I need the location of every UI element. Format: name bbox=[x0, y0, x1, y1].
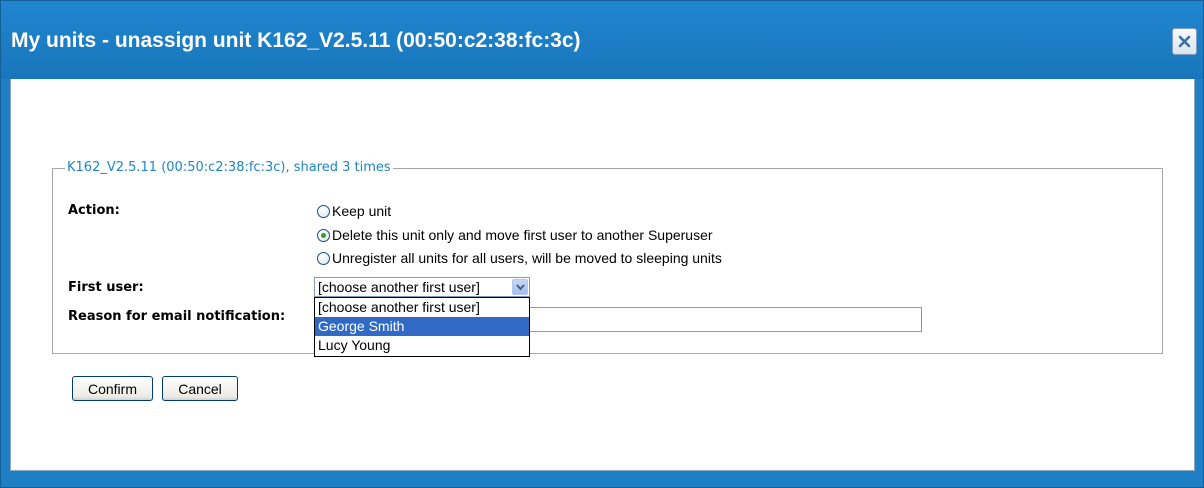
close-button[interactable] bbox=[1172, 28, 1197, 55]
radio-button[interactable] bbox=[317, 204, 330, 218]
dialog-title: My units - unassign unit K162_V2.5.11 (0… bbox=[11, 29, 581, 52]
fieldset-legend: K162_V2.5.11 (00:50:c2:38:fc:3c), shared… bbox=[65, 159, 393, 177]
radio-button[interactable] bbox=[317, 251, 330, 265]
dropdown-option[interactable]: Lucy Young bbox=[315, 336, 529, 355]
dropdown-option[interactable]: [choose another first user] bbox=[315, 298, 529, 317]
radio-label: Delete this unit only and move first use… bbox=[332, 227, 713, 243]
reason-label: Reason for email notification: bbox=[68, 309, 286, 324]
radio-keep-unit[interactable]: Keep unit bbox=[317, 202, 391, 220]
close-icon bbox=[1178, 35, 1191, 48]
action-label: Action: bbox=[68, 203, 120, 218]
chevron-down-icon bbox=[516, 284, 525, 291]
first-user-dropdown-list: [choose another first user] George Smith… bbox=[314, 297, 530, 357]
radio-unregister-all[interactable]: Unregister all units for all users, will… bbox=[317, 249, 722, 267]
radio-label: Keep unit bbox=[332, 203, 392, 219]
radio-label: Unregister all units for all users, will… bbox=[332, 250, 722, 266]
dialog-content: K162_V2.5.11 (00:50:c2:38:fc:3c), shared… bbox=[10, 79, 1195, 471]
select-value: [choose another first user] bbox=[318, 279, 480, 295]
title-bar: My units - unassign unit K162_V2.5.11 (0… bbox=[1, 1, 1203, 79]
first-user-select[interactable]: [choose another first user] bbox=[314, 277, 530, 297]
cancel-button[interactable]: Cancel bbox=[162, 376, 238, 401]
dropdown-option-highlighted[interactable]: George Smith bbox=[315, 317, 529, 336]
select-arrow-button[interactable] bbox=[512, 279, 528, 295]
radio-delete-unit[interactable]: Delete this unit only and move first use… bbox=[317, 226, 713, 244]
first-user-label: First user: bbox=[68, 280, 144, 295]
radio-button-checked[interactable] bbox=[317, 228, 330, 242]
confirm-button[interactable]: Confirm bbox=[72, 376, 153, 401]
dialog-window: My units - unassign unit K162_V2.5.11 (0… bbox=[0, 0, 1204, 488]
